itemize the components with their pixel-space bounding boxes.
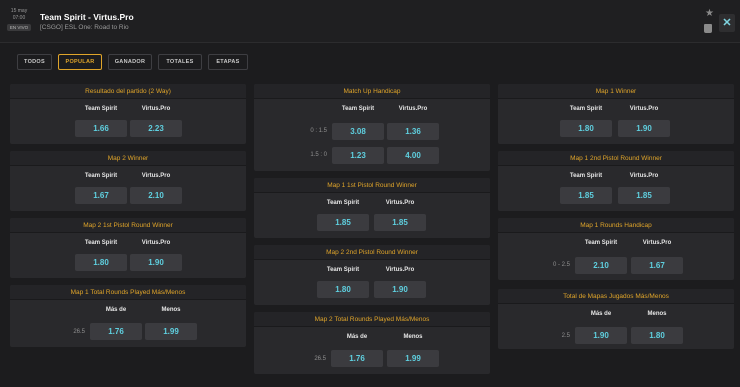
total-line: 2.5: [561, 333, 570, 339]
market-card-map2-2nd-pistol: Map 2 2nd Pistol Round Winner Team Spiri…: [254, 245, 490, 305]
odds-button-home[interactable]: 1.80: [560, 120, 612, 137]
handicap-line: 1.5 : 0: [310, 152, 327, 158]
odds-button-home[interactable]: 1.67: [75, 187, 127, 204]
selection-label-under: Menos: [161, 307, 181, 313]
market-title: Map 1 1st Pistol Round Winner: [254, 178, 490, 193]
selection-label-under: Menos: [403, 334, 423, 340]
star-icon[interactable]: ★: [705, 9, 714, 19]
odds-button-under[interactable]: 1.99: [387, 350, 439, 367]
odds-button-away[interactable]: 4.00: [387, 147, 439, 164]
selection-label-under: Menos: [647, 311, 667, 317]
odds-button-home[interactable]: 1.80: [75, 254, 127, 271]
tab-ganador[interactable]: GANADOR: [108, 54, 152, 70]
odds-button-over[interactable]: 1.76: [331, 350, 383, 367]
selection-label-home: Team Spirit: [84, 106, 118, 112]
market-card-map2-1st-pistol: Map 2 1st Pistol Round Winner Team Spiri…: [10, 218, 246, 278]
market-title: Map 1 Winner: [498, 84, 734, 99]
market-card-match-result: Resultado del partido (2 Way) Team Spiri…: [10, 84, 246, 144]
odds-button-away[interactable]: 1.90: [374, 281, 426, 298]
market-title: Map 2 2nd Pistol Round Winner: [254, 245, 490, 260]
market-title: Map 2 1st Pistol Round Winner: [10, 218, 246, 233]
odds-button-under[interactable]: 1.99: [145, 323, 197, 340]
odds-button-away[interactable]: 2.10: [130, 187, 182, 204]
tab-etapas[interactable]: ETAPAS: [208, 54, 248, 70]
selection-label-home: Team Spirit: [84, 240, 118, 246]
selection-label-away: Virtus.Pro: [385, 200, 415, 206]
odds-button-over[interactable]: 1.76: [90, 323, 142, 340]
selection-label-away: Virtus.Pro: [141, 240, 171, 246]
match-subtitle: [CSGO] ESL One: Road to Rio: [40, 24, 129, 31]
market-title: Resultado del partido (2 Way): [10, 84, 246, 99]
market-title: Map 2 Total Rounds Played Más/Menos: [254, 312, 490, 327]
odds-button-home[interactable]: 2.10: [575, 257, 627, 274]
total-line: 26.5: [73, 329, 85, 335]
market-card-map1-2nd-pistol: Map 1 2nd Pistol Round Winner Team Spiri…: [498, 151, 734, 211]
match-date: 15 may: [10, 8, 28, 14]
market-card-match-handicap: Match Up Handicap Team Spirit Virtus.Pro…: [254, 84, 490, 171]
odds-button-home[interactable]: 1.85: [560, 187, 612, 204]
match-title: Team Spirit - Virtus.Pro: [40, 12, 134, 22]
selection-label-home: Team Spirit: [584, 240, 618, 246]
odds-button-away[interactable]: 2.23: [130, 120, 182, 137]
market-card-map1-1st-pistol: Map 1 1st Pistol Round Winner Team Spiri…: [254, 178, 490, 238]
selection-label-away: Virtus.Pro: [141, 106, 171, 112]
header-divider: [0, 42, 740, 43]
market-title: Total de Mapas Jugados Más/Menos: [498, 289, 734, 304]
market-card-total-maps: Total de Mapas Jugados Más/Menos Más de …: [498, 289, 734, 349]
selection-label-over: Más de: [346, 334, 368, 340]
selection-label-home: Team Spirit: [84, 173, 118, 179]
selection-label-away: Virtus.Pro: [398, 106, 428, 112]
match-header: 15 may 07:00 EN VIVO Team Spirit - Virtu…: [0, 0, 740, 42]
odds-button-home[interactable]: 1.80: [317, 281, 369, 298]
selection-label-away: Virtus.Pro: [642, 240, 672, 246]
selection-label-away: Virtus.Pro: [629, 173, 659, 179]
selection-label-away: Virtus.Pro: [629, 106, 659, 112]
tab-popular[interactable]: POPULAR: [58, 54, 102, 70]
odds-button-away[interactable]: 1.67: [631, 257, 683, 274]
market-card-map2-total-rounds: Map 2 Total Rounds Played Más/Menos Más …: [254, 312, 490, 374]
odds-button-away[interactable]: 1.85: [374, 214, 426, 231]
odds-button-home[interactable]: 1.66: [75, 120, 127, 137]
odds-button-home[interactable]: 3.08: [332, 123, 384, 140]
odds-button-under[interactable]: 1.80: [631, 327, 683, 344]
market-title: Match Up Handicap: [254, 84, 490, 99]
market-card-map1-rounds-handicap: Map 1 Rounds Handicap Team Spirit Virtus…: [498, 218, 734, 280]
bag-icon[interactable]: [704, 24, 712, 33]
odds-button-away[interactable]: 1.85: [618, 187, 670, 204]
odds-button-over[interactable]: 1.90: [575, 327, 627, 344]
odds-button-away[interactable]: 1.90: [130, 254, 182, 271]
live-badge: EN VIVO: [7, 24, 31, 31]
handicap-line: 0 - 2.5: [552, 262, 570, 268]
selection-label-over: Más de: [105, 307, 127, 313]
selection-label-home: Team Spirit: [569, 173, 603, 179]
selection-label-home: Team Spirit: [326, 200, 360, 206]
odds-button-home[interactable]: 1.85: [317, 214, 369, 231]
market-title: Map 2 Winner: [10, 151, 246, 166]
market-card-map1-total-rounds: Map 1 Total Rounds Played Más/Menos Más …: [10, 285, 246, 347]
market-title: Map 1 Total Rounds Played Más/Menos: [10, 285, 246, 300]
total-line: 26.5: [314, 356, 326, 362]
close-icon[interactable]: ✕: [719, 14, 735, 32]
selection-label-away: Virtus.Pro: [385, 267, 415, 273]
selection-label-home: Team Spirit: [326, 267, 360, 273]
odds-button-home[interactable]: 1.23: [332, 147, 384, 164]
odds-button-away[interactable]: 1.36: [387, 123, 439, 140]
match-date-box: 15 may 07:00 EN VIVO: [6, 8, 32, 31]
market-card-map2-winner: Map 2 Winner Team Spirit Virtus.Pro 1.67…: [10, 151, 246, 211]
handicap-line: 0 : 1.5: [310, 128, 327, 134]
tab-totales[interactable]: TOTALES: [158, 54, 202, 70]
tab-todos[interactable]: TODOS: [17, 54, 52, 70]
market-title: Map 1 Rounds Handicap: [498, 218, 734, 233]
odds-button-away[interactable]: 1.90: [618, 120, 670, 137]
selection-label-away: Virtus.Pro: [141, 173, 171, 179]
selection-label-over: Más de: [590, 311, 612, 317]
market-title: Map 1 2nd Pistol Round Winner: [498, 151, 734, 166]
selection-label-home: Team Spirit: [341, 106, 375, 112]
market-card-map1-winner: Map 1 Winner Team Spirit Virtus.Pro 1.80…: [498, 84, 734, 144]
selection-label-home: Team Spirit: [569, 106, 603, 112]
match-time: 07:00: [12, 15, 26, 21]
